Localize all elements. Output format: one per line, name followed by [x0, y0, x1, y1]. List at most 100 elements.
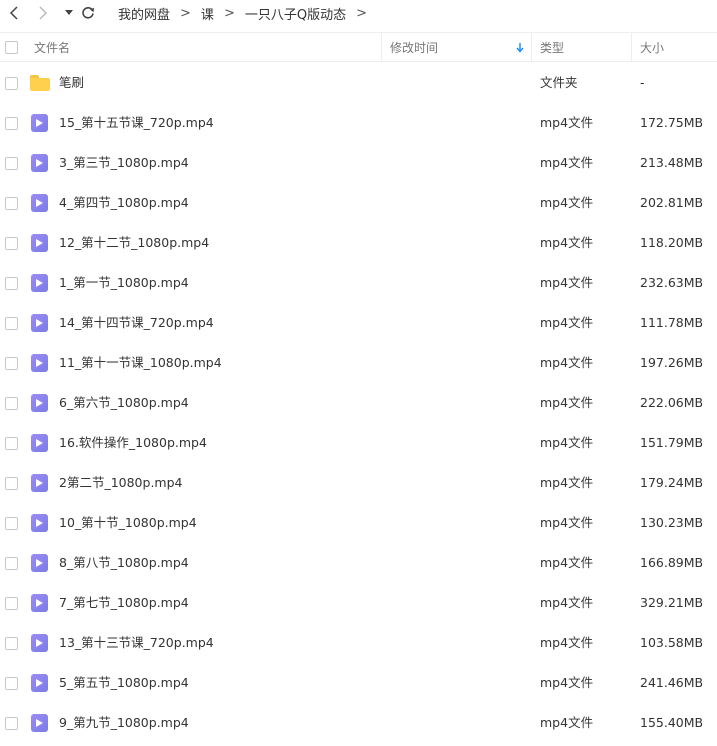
select-all-checkbox-cell: [5, 33, 18, 62]
file-type: mp4文件: [540, 155, 594, 170]
column-name[interactable]: 文件名: [34, 33, 70, 62]
navigation-bar: 我的网盘 > 课 > 一只八子Q版动态 >: [0, 0, 717, 26]
file-row[interactable]: 2第二节_1080p.mp4 mp4文件 179.24MB: [0, 463, 717, 503]
arrow-down-icon: [516, 43, 524, 53]
breadcrumb-item[interactable]: 课: [201, 4, 214, 23]
row-checkbox[interactable]: [5, 677, 18, 690]
file-size: 166.89MB: [640, 555, 704, 570]
history-dropdown-button[interactable]: [59, 3, 79, 23]
video-file-icon: [30, 434, 48, 452]
file-type: mp4文件: [540, 675, 594, 690]
row-checkbox[interactable]: [5, 157, 18, 170]
file-row[interactable]: 8_第八节_1080p.mp4 mp4文件 166.89MB: [0, 543, 717, 583]
row-checkbox[interactable]: [5, 397, 18, 410]
video-file-icon: [30, 194, 48, 212]
file-row[interactable]: 4_第四节_1080p.mp4 mp4文件 202.81MB: [0, 183, 717, 223]
row-checkbox[interactable]: [5, 237, 18, 250]
file-name[interactable]: 14_第十四节课_720p.mp4: [59, 303, 214, 343]
row-checkbox[interactable]: [5, 197, 18, 210]
chevron-left-icon: [9, 6, 18, 20]
select-all-checkbox[interactable]: [5, 41, 18, 54]
column-divider[interactable]: [381, 33, 382, 62]
file-row[interactable]: 5_第五节_1080p.mp4 mp4文件 241.46MB: [0, 663, 717, 703]
file-name[interactable]: 4_第四节_1080p.mp4: [59, 183, 189, 223]
file-row[interactable]: 9_第九节_1080p.mp4 mp4文件 155.40MB: [0, 703, 717, 743]
video-file-icon: [30, 394, 48, 412]
breadcrumb-separator: >: [356, 6, 367, 21]
breadcrumb-item[interactable]: 一只八子Q版动态: [245, 4, 346, 23]
column-name-label: 文件名: [34, 41, 71, 55]
file-size: 118.20MB: [640, 235, 704, 250]
file-size: 329.21MB: [640, 595, 704, 610]
file-type: mp4文件: [540, 475, 594, 490]
file-type: mp4文件: [540, 555, 594, 570]
file-type: mp4文件: [540, 315, 594, 330]
row-checkbox[interactable]: [5, 637, 18, 650]
file-row[interactable]: 13_第十三节课_720p.mp4 mp4文件 103.58MB: [0, 623, 717, 663]
file-type: mp4文件: [540, 275, 594, 290]
file-row[interactable]: 14_第十四节课_720p.mp4 mp4文件 111.78MB: [0, 303, 717, 343]
file-type: mp4文件: [540, 715, 594, 730]
file-row[interactable]: 7_第七节_1080p.mp4 mp4文件 329.21MB: [0, 583, 717, 623]
row-checkbox[interactable]: [5, 437, 18, 450]
file-type: mp4文件: [540, 395, 594, 410]
row-checkbox[interactable]: [5, 597, 18, 610]
file-type: mp4文件: [540, 235, 594, 250]
caret-down-icon: [65, 10, 73, 15]
file-name[interactable]: 12_第十二节_1080p.mp4: [59, 223, 209, 263]
file-type: mp4文件: [540, 195, 594, 210]
file-name[interactable]: 6_第六节_1080p.mp4: [59, 383, 189, 423]
file-row[interactable]: 11_第十一节课_1080p.mp4 mp4文件 197.26MB: [0, 343, 717, 383]
file-type: mp4文件: [540, 515, 594, 530]
file-row[interactable]: 12_第十二节_1080p.mp4 mp4文件 118.20MB: [0, 223, 717, 263]
file-row[interactable]: 16.软件操作_1080p.mp4 mp4文件 151.79MB: [0, 423, 717, 463]
row-checkbox[interactable]: [5, 277, 18, 290]
file-name[interactable]: 16.软件操作_1080p.mp4: [59, 423, 207, 463]
file-name[interactable]: 3_第三节_1080p.mp4: [59, 143, 189, 183]
file-name[interactable]: 15_第十五节课_720p.mp4: [59, 103, 214, 143]
row-checkbox[interactable]: [5, 517, 18, 530]
file-name[interactable]: 笔刷: [59, 63, 84, 103]
file-size: 197.26MB: [640, 355, 704, 370]
back-button[interactable]: [4, 3, 24, 23]
file-name[interactable]: 9_第九节_1080p.mp4: [59, 703, 189, 743]
file-type: mp4文件: [540, 635, 594, 650]
row-checkbox[interactable]: [5, 77, 18, 90]
forward-button[interactable]: [33, 3, 53, 23]
video-file-icon: [30, 514, 48, 532]
file-row[interactable]: 15_第十五节课_720p.mp4 mp4文件 172.75MB: [0, 103, 717, 143]
file-row[interactable]: 6_第六节_1080p.mp4 mp4文件 222.06MB: [0, 383, 717, 423]
row-checkbox[interactable]: [5, 117, 18, 130]
file-name[interactable]: 7_第七节_1080p.mp4: [59, 583, 189, 623]
breadcrumb-item[interactable]: 我的网盘: [118, 4, 170, 23]
refresh-button[interactable]: [78, 3, 98, 23]
video-file-icon: [30, 594, 48, 612]
row-checkbox[interactable]: [5, 357, 18, 370]
file-row[interactable]: 3_第三节_1080p.mp4 mp4文件 213.48MB: [0, 143, 717, 183]
file-row[interactable]: 10_第十节_1080p.mp4 mp4文件 130.23MB: [0, 503, 717, 543]
file-name[interactable]: 10_第十节_1080p.mp4: [59, 503, 197, 543]
column-modified-label: 修改时间: [390, 41, 439, 55]
row-checkbox[interactable]: [5, 477, 18, 490]
column-modified[interactable]: 修改时间: [390, 33, 530, 62]
file-name[interactable]: 5_第五节_1080p.mp4: [59, 663, 189, 703]
row-checkbox[interactable]: [5, 557, 18, 570]
column-divider[interactable]: [631, 33, 632, 62]
folder-icon: [30, 74, 50, 92]
row-checkbox[interactable]: [5, 717, 18, 730]
file-type: mp4文件: [540, 355, 594, 370]
file-name[interactable]: 2第二节_1080p.mp4: [59, 463, 183, 503]
file-row[interactable]: 1_第一节_1080p.mp4 mp4文件 232.63MB: [0, 263, 717, 303]
file-size: 241.46MB: [640, 675, 704, 690]
column-type[interactable]: 类型: [540, 33, 564, 62]
file-name[interactable]: 8_第八节_1080p.mp4: [59, 543, 189, 583]
row-checkbox[interactable]: [5, 317, 18, 330]
file-name[interactable]: 1_第一节_1080p.mp4: [59, 263, 189, 303]
column-size[interactable]: 大小: [640, 33, 664, 62]
file-name[interactable]: 13_第十三节课_720p.mp4: [59, 623, 214, 663]
file-row[interactable]: 笔刷 文件夹 -: [0, 63, 717, 103]
column-divider[interactable]: [531, 33, 532, 62]
refresh-icon: [82, 6, 94, 19]
breadcrumb-separator: >: [180, 6, 191, 21]
file-name[interactable]: 11_第十一节课_1080p.mp4: [59, 343, 222, 383]
